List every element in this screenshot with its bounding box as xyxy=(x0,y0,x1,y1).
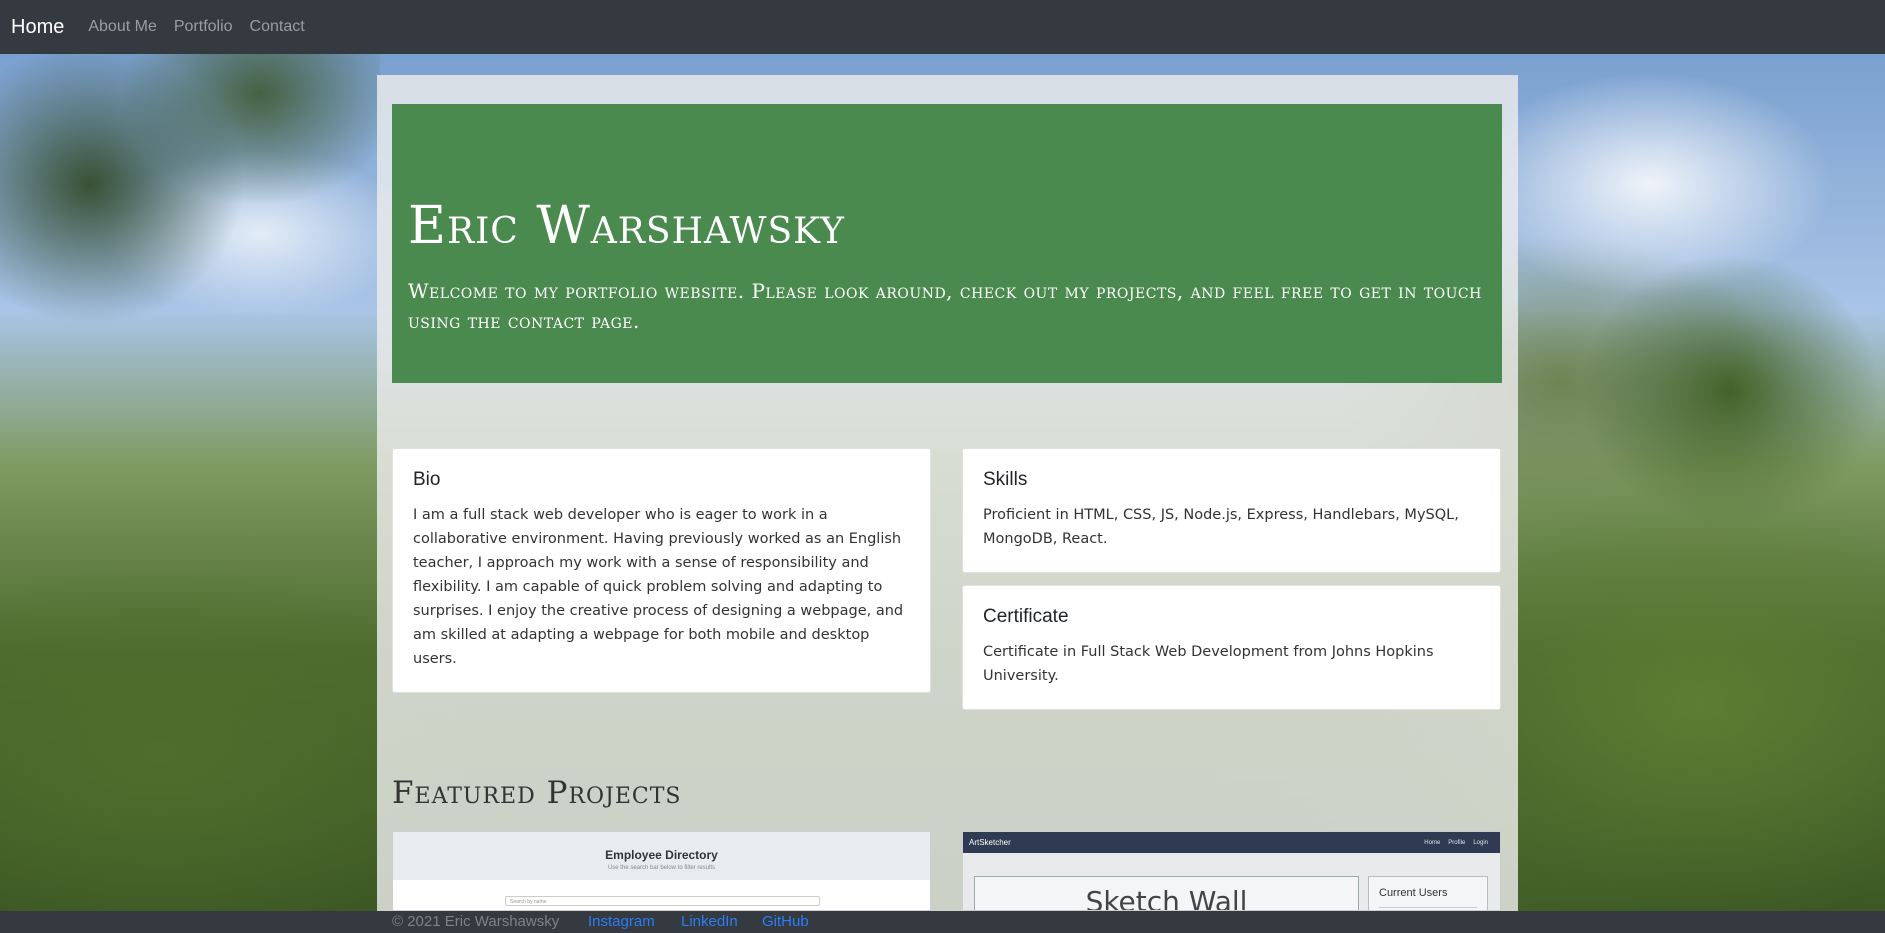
featured-projects-heading: Featured Projects xyxy=(392,775,682,811)
footer: © 2021 Eric Warshawsky Instagram LinkedI… xyxy=(0,911,1885,933)
nav-contact-link[interactable]: Contact xyxy=(250,18,305,36)
project-preview-nav-profile: Profile xyxy=(1448,839,1466,846)
project-preview-users-panel: Current Users xyxy=(1368,876,1488,910)
project-preview-subtitle: Use the search bar below to filter resul… xyxy=(607,865,716,871)
page-title: Eric Warshawsky xyxy=(408,196,845,256)
linkedin-link[interactable]: LinkedIn xyxy=(681,913,738,930)
instagram-link[interactable]: Instagram xyxy=(588,913,655,930)
main-container: Eric Warshawsky Welcome to my portfolio … xyxy=(377,75,1518,911)
nav-home-link[interactable]: Home xyxy=(11,16,64,39)
certificate-text: Certificate in Full Stack Web Developmen… xyxy=(983,644,1434,684)
bio-text: I am a full stack web developer who is e… xyxy=(413,507,904,667)
project-preview-wall-title: Sketch Wall xyxy=(1085,885,1248,911)
skills-card: Skills Proficient in HTML, CSS, JS, Node… xyxy=(962,448,1501,573)
navbar: Home About Me Portfolio Contact xyxy=(0,0,1885,54)
certificate-card: Certificate Certificate in Full Stack We… xyxy=(962,585,1501,710)
jumbotron: Eric Warshawsky Welcome to my portfolio … xyxy=(392,104,1502,383)
github-link[interactable]: GitHub xyxy=(762,913,809,930)
project-preview-users-title: Current Users xyxy=(1379,887,1448,899)
nav-portfolio-link[interactable]: Portfolio xyxy=(174,18,233,36)
skills-text: Proficient in HTML, CSS, JS, Node.js, Ex… xyxy=(983,507,1459,547)
project-card-employee-directory[interactable]: Employee Directory Use the search bar be… xyxy=(392,831,931,911)
certificate-title: Certificate xyxy=(983,606,1069,627)
project-preview-title: Employee Directory xyxy=(605,848,718,862)
background-tree-left xyxy=(0,54,380,474)
project-preview-sketch-wall: Sketch Wall xyxy=(974,876,1359,911)
bio-title: Bio xyxy=(413,469,441,490)
project-preview-nav-home: Home xyxy=(1424,839,1441,846)
nav-about-me-link[interactable]: About Me xyxy=(88,18,156,36)
project-preview-brand: ArtSketcher xyxy=(969,838,1011,847)
project-card-artsketcher[interactable]: ArtSketcher Home Profile Login Sketch Wa… xyxy=(962,831,1501,911)
project-preview-search: Search by name xyxy=(505,896,820,906)
welcome-text: Welcome to my portfolio website. Please … xyxy=(408,279,1482,333)
project-preview-nav-links: Home Profile Login xyxy=(1424,840,1488,846)
project-preview-navbar: ArtSketcher Home Profile Login xyxy=(963,832,1500,853)
bio-card: Bio I am a full stack web developer who … xyxy=(392,448,931,693)
skills-title: Skills xyxy=(983,469,1028,490)
copyright-text: © 2021 Eric Warshawsky xyxy=(392,913,560,930)
project-preview-divider xyxy=(1379,907,1477,908)
project-preview-nav-login: Login xyxy=(1473,839,1488,846)
background-tree-right xyxy=(1500,160,1885,560)
